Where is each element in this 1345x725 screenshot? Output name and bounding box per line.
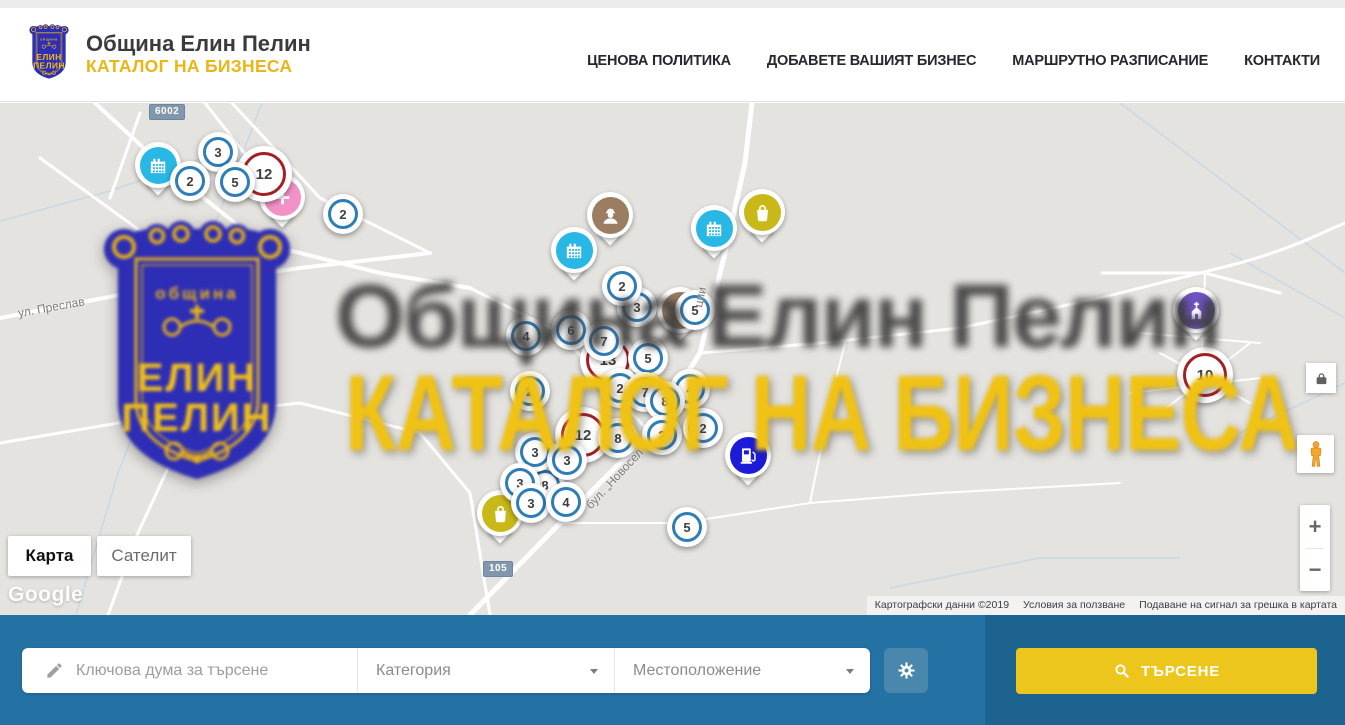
map-cluster-marker[interactable]: 2 bbox=[602, 266, 642, 306]
map-cluster-marker[interactable]: 5 bbox=[215, 162, 255, 202]
map-cluster-marker[interactable]: 4 bbox=[506, 316, 546, 356]
map-cluster-marker[interactable]: 4 bbox=[546, 482, 586, 522]
main-nav: ЦЕНОВА ПОЛИТИКА ДОБАВЕТЕ ВАШИЯТ БИЗНЕС МАР… bbox=[587, 41, 1320, 69]
street-view-pegman-button[interactable] bbox=[1297, 435, 1334, 473]
map-cluster-marker[interactable]: 2 bbox=[642, 415, 682, 455]
map-cluster-marker[interactable]: 10 bbox=[1177, 347, 1233, 403]
location-select[interactable]: Местоположение bbox=[614, 648, 870, 693]
svg-text:община: община bbox=[40, 37, 58, 41]
site-logo[interactable]: община ЕЛИН ПЕЛИН Община Елин Пелин КАТА… bbox=[25, 23, 311, 87]
nav-item-0[interactable]: ЦЕНОВА ПОЛИТИКА bbox=[587, 53, 731, 69]
page: община ЕЛИН ПЕЛИН Община Елин Пелин КАТА… bbox=[0, 0, 1345, 725]
zoom-in-button[interactable]: + bbox=[1300, 506, 1330, 548]
lock-control-button[interactable] bbox=[1306, 363, 1336, 393]
svg-text:ПЕЛИН: ПЕЛИН bbox=[33, 60, 65, 70]
google-logo[interactable]: Google bbox=[8, 583, 83, 607]
search-fields: Категория Местоположение bbox=[22, 648, 870, 693]
zoom-out-button[interactable]: − bbox=[1300, 549, 1330, 591]
gear-icon bbox=[896, 660, 917, 681]
road-number-badge: 6002 bbox=[149, 104, 185, 120]
map-type-map-button[interactable]: Карта bbox=[8, 536, 91, 576]
chevron-down-icon bbox=[590, 669, 598, 674]
map-pin-fuel[interactable] bbox=[725, 432, 771, 478]
map-cluster-marker[interactable]: 2 bbox=[510, 371, 550, 411]
pegman-icon bbox=[1306, 439, 1326, 469]
map-cluster-marker[interactable]: 2 bbox=[323, 194, 363, 234]
map-cluster-marker[interactable]: 3 bbox=[511, 483, 551, 523]
search-bar: Категория Местоположение bbox=[0, 615, 1345, 725]
search-icon bbox=[1113, 662, 1131, 680]
site-subtitle: КАТАЛОГ НА БИЗНЕСА bbox=[86, 57, 311, 77]
google-map[interactable]: 1232521332564752478212822833334510600210… bbox=[0, 103, 1345, 615]
attribution-link[interactable]: Подаване на сигнал за грешка в картата bbox=[1139, 599, 1337, 611]
map-cluster-marker[interactable]: 7 bbox=[584, 321, 624, 361]
lock-icon bbox=[1314, 371, 1329, 386]
map-cluster-marker[interactable]: 5 bbox=[667, 507, 707, 547]
map-pin-building[interactable] bbox=[551, 227, 597, 273]
zoom-control: + − bbox=[1300, 505, 1330, 591]
nav-item-3[interactable]: КОНТАКТИ bbox=[1244, 53, 1320, 69]
top-strip bbox=[0, 0, 1345, 8]
map-pin-bag[interactable] bbox=[739, 189, 785, 235]
attribution-link[interactable]: Условия за ползване bbox=[1023, 599, 1125, 611]
map-type-satellite-button[interactable]: Сателит bbox=[97, 536, 191, 576]
map-pin-building[interactable] bbox=[691, 205, 737, 251]
map-cluster-marker[interactable]: 3 bbox=[547, 440, 587, 480]
attribution-text: Картографски данни ©2019 bbox=[875, 599, 1009, 611]
nav-item-2[interactable]: МАРШРУТНО РАЗПИСАНИЕ bbox=[1012, 53, 1208, 69]
municipality-emblem-icon: община ЕЛИН ПЕЛИН bbox=[25, 23, 73, 87]
map-attribution: Картографски данни ©2019 Условия за ползв… bbox=[867, 596, 1345, 615]
map-pin-church[interactable] bbox=[1173, 287, 1219, 333]
map-cluster-marker[interactable]: 2 bbox=[683, 408, 723, 448]
site-title: Община Елин Пелин bbox=[86, 32, 311, 57]
chevron-down-icon bbox=[846, 669, 854, 674]
road-number-badge: 105 bbox=[483, 561, 513, 577]
header: община ЕЛИН ПЕЛИН Община Елин Пелин КАТА… bbox=[0, 8, 1345, 102]
search-button[interactable]: ТЪРСЕНЕ bbox=[1016, 648, 1317, 694]
advanced-search-button[interactable] bbox=[884, 648, 928, 693]
nav-item-1[interactable]: ДОБАВЕТЕ ВАШИЯТ БИЗНЕС bbox=[767, 53, 976, 69]
keyword-field bbox=[22, 648, 358, 693]
map-type-control: Карта Сателит bbox=[8, 536, 191, 576]
category-select[interactable]: Категория bbox=[358, 648, 614, 693]
keyword-search-input[interactable] bbox=[76, 662, 326, 680]
pencil-icon bbox=[45, 661, 64, 680]
map-cluster-marker[interactable]: 2 bbox=[170, 161, 210, 201]
